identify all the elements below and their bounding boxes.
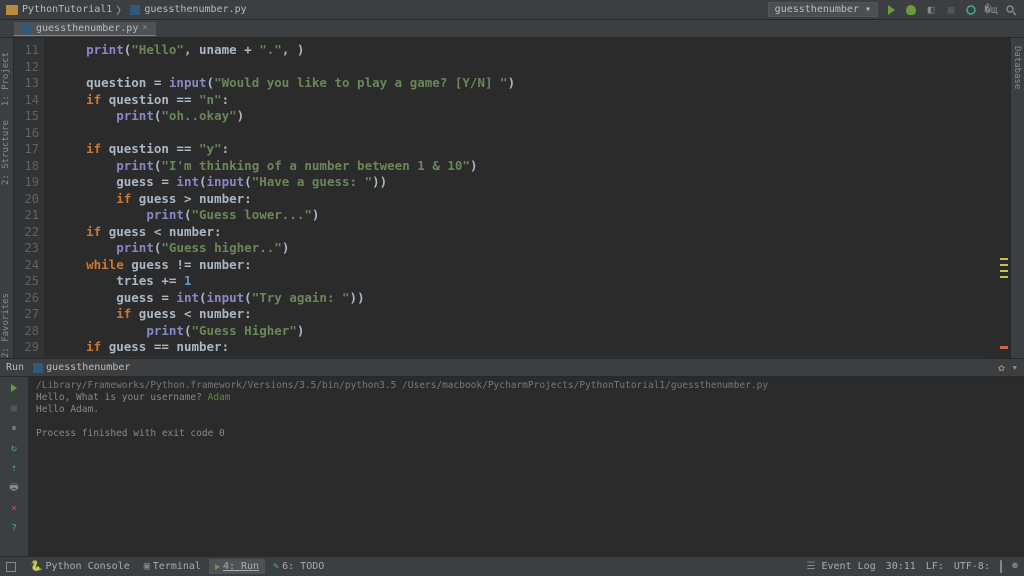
code-area[interactable]: print("Hello", uname + ".", ) question =… <box>44 38 1010 376</box>
python-file-icon <box>22 23 32 33</box>
run-tab[interactable]: 4: Run <box>209 559 265 574</box>
folder-icon <box>6 5 18 15</box>
line-gutter: 1112131415161718192021222324252627282930… <box>14 38 44 376</box>
breadcrumb[interactable]: PythonTutorial1 〉 guessthenumber.py <box>6 2 247 17</box>
breadcrumb-file: guessthenumber.py <box>144 4 246 15</box>
code-editor[interactable]: 1112131415161718192021222324252627282930… <box>14 38 1010 376</box>
terminal-tab[interactable]: ▣Terminal <box>138 559 207 574</box>
python-file-icon <box>33 363 43 373</box>
python-file-icon <box>130 5 140 15</box>
update-button[interactable] <box>964 3 978 17</box>
run-config-name: guessthenumber <box>46 362 130 373</box>
run-header[interactable]: Run guessthenumber ✿ ▾ <box>0 359 1024 377</box>
console-output[interactable]: /Library/Frameworks/Python.framework/Ver… <box>28 377 1024 557</box>
right-tool-rail: Database <box>1010 38 1024 376</box>
left-tool-rail: 1: Project 2: Structure 2: Favorites <box>0 38 14 376</box>
run-toolbar: ■ ⏸ ↻ ⇡ 🖶 × ? <box>0 377 28 557</box>
top-toolbar: PythonTutorial1 〉 guessthenumber.py gues… <box>0 0 1024 20</box>
tool-windows-icon[interactable] <box>6 562 16 572</box>
encoding[interactable]: UTF-8: <box>954 561 990 572</box>
settings-icon[interactable]: ✿ ▾ <box>998 361 1018 374</box>
event-log-button[interactable]: ☰ Event Log <box>806 561 875 572</box>
search-icon[interactable] <box>1004 3 1018 17</box>
pause-button[interactable]: ⏸ <box>7 421 21 435</box>
restart-button[interactable]: ↻ <box>7 441 21 455</box>
favorites-tool-button[interactable]: 2: Favorites <box>1 293 11 358</box>
breadcrumb-project: PythonTutorial1 <box>22 4 112 15</box>
caret-position[interactable]: 30:11 <box>886 561 916 572</box>
debug-button[interactable] <box>904 3 918 17</box>
print-button[interactable]: 🖶 <box>7 481 21 495</box>
stop-button[interactable]: ■ <box>7 401 21 415</box>
python-console-tab[interactable]: 🐍Python Console <box>24 559 136 574</box>
close-icon[interactable]: × <box>142 23 147 33</box>
coverage-button[interactable]: ◧ <box>924 3 938 17</box>
status-bar: 🐍Python Console ▣Terminal 4: Run ✎6: TOD… <box>0 556 1024 576</box>
structure-tool-button[interactable]: 2: Structure <box>1 120 11 185</box>
search-everywhere-button[interactable]: �щ <box>984 3 998 17</box>
tab-guessthenumber[interactable]: guessthenumber.py × <box>14 22 156 36</box>
database-tool-button[interactable]: Database <box>1012 46 1022 89</box>
editor-tabs: guessthenumber.py × <box>0 20 1024 38</box>
run-tool-window: Run guessthenumber ✿ ▾ ■ ⏸ ↻ ⇡ 🖶 × ? /Li… <box>0 358 1024 556</box>
tab-label: guessthenumber.py <box>36 23 138 34</box>
up-button[interactable]: ⇡ <box>7 461 21 475</box>
interpreter-path: /Library/Frameworks/Python.framework/Ver… <box>36 380 1016 392</box>
project-tool-button[interactable]: 1: Project <box>1 52 11 106</box>
run-config-selector[interactable]: guessthenumber ▾ <box>768 2 878 17</box>
lock-icon[interactable] <box>1000 561 1002 572</box>
help-button[interactable]: ? <box>7 521 21 535</box>
rerun-button[interactable] <box>7 381 21 395</box>
hector-icon[interactable]: ☻ <box>1012 561 1018 572</box>
todo-tab[interactable]: ✎6: TODO <box>267 559 330 574</box>
line-separator[interactable]: LF: <box>926 561 944 572</box>
stop-button[interactable]: ■ <box>944 3 958 17</box>
close-button[interactable]: × <box>7 501 21 515</box>
run-label: Run <box>6 362 24 373</box>
run-button[interactable] <box>884 3 898 17</box>
